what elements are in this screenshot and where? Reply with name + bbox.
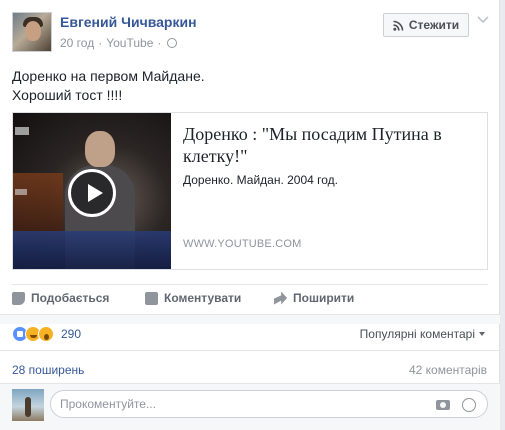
share-icon xyxy=(274,291,287,305)
comment-sort-dropdown[interactable]: Популярні коментарі xyxy=(360,327,485,341)
globe-icon[interactable] xyxy=(167,38,178,48)
author-name[interactable]: Евгений Чичваркин xyxy=(60,14,197,30)
post-source[interactable]: YouTube xyxy=(106,36,153,50)
sort-label: Популярні коментарі xyxy=(359,327,475,341)
post-time[interactable]: 20 год xyxy=(60,36,94,50)
comment-button[interactable]: Коментувати xyxy=(145,291,241,305)
avatar-figure xyxy=(25,397,31,417)
follow-button[interactable]: Стежити xyxy=(383,13,469,37)
thumbnail-head xyxy=(85,131,115,167)
video-thumbnail[interactable] xyxy=(13,113,171,269)
meta-separator: · xyxy=(98,36,103,50)
post-text-line: Доренко на первом Майдане. xyxy=(12,68,205,84)
shares-count[interactable]: 28 поширень xyxy=(12,363,84,377)
comment-label: Коментувати xyxy=(164,291,242,305)
comment-icon xyxy=(145,291,158,305)
share-button[interactable]: Поширити xyxy=(274,291,354,305)
rss-icon xyxy=(393,20,404,31)
preview-domain: WWW.YOUTUBE.COM xyxy=(183,238,302,250)
thumbs-up-icon xyxy=(12,291,25,305)
post-text-line: Хороший тост !!!! xyxy=(12,87,123,103)
preview-description: Доренко. Майдан. 2004 год. xyxy=(183,173,339,187)
reaction-count[interactable]: 290 xyxy=(61,327,81,341)
divider xyxy=(0,350,500,351)
camera-icon[interactable] xyxy=(436,400,450,410)
action-bar: Подобається Коментувати Поширити xyxy=(12,284,488,312)
author-avatar[interactable] xyxy=(12,12,52,52)
avatar-face xyxy=(25,21,41,41)
emoji-icon[interactable] xyxy=(462,398,476,412)
like-label: Подобається xyxy=(31,291,110,305)
post-meta: 20 год · YouTube · xyxy=(60,36,178,50)
thumbnail-side-badge xyxy=(15,189,27,195)
chevron-down-icon[interactable] xyxy=(476,14,490,26)
wow-reaction-icon xyxy=(38,326,54,342)
play-icon[interactable] xyxy=(68,169,116,217)
follow-label: Стежити xyxy=(408,18,460,32)
thumbnail-ticker xyxy=(13,231,171,269)
caret-down-icon xyxy=(479,332,485,336)
meta-separator: · xyxy=(157,36,162,50)
like-button[interactable]: Подобається xyxy=(12,291,109,305)
comment-composer xyxy=(0,383,500,430)
preview-title[interactable]: Доренко : "Мы посадим Путина в клетку!" xyxy=(183,123,479,167)
post-text: Доренко на первом Майдане. Хороший тост … xyxy=(12,67,205,105)
post-card: Евгений Чичваркин 20 год · YouTube · Сте… xyxy=(0,0,500,430)
thumbnail-channel-badge xyxy=(15,127,29,135)
link-preview[interactable]: Доренко : "Мы посадим Путина в клетку!" … xyxy=(12,112,488,270)
share-label: Поширити xyxy=(293,291,355,305)
comment-input[interactable] xyxy=(50,390,488,418)
reactions-summary[interactable]: 290 xyxy=(12,326,81,342)
current-user-avatar[interactable] xyxy=(12,389,44,421)
divider xyxy=(0,314,500,324)
comments-count[interactable]: 42 коментарів xyxy=(409,363,487,377)
